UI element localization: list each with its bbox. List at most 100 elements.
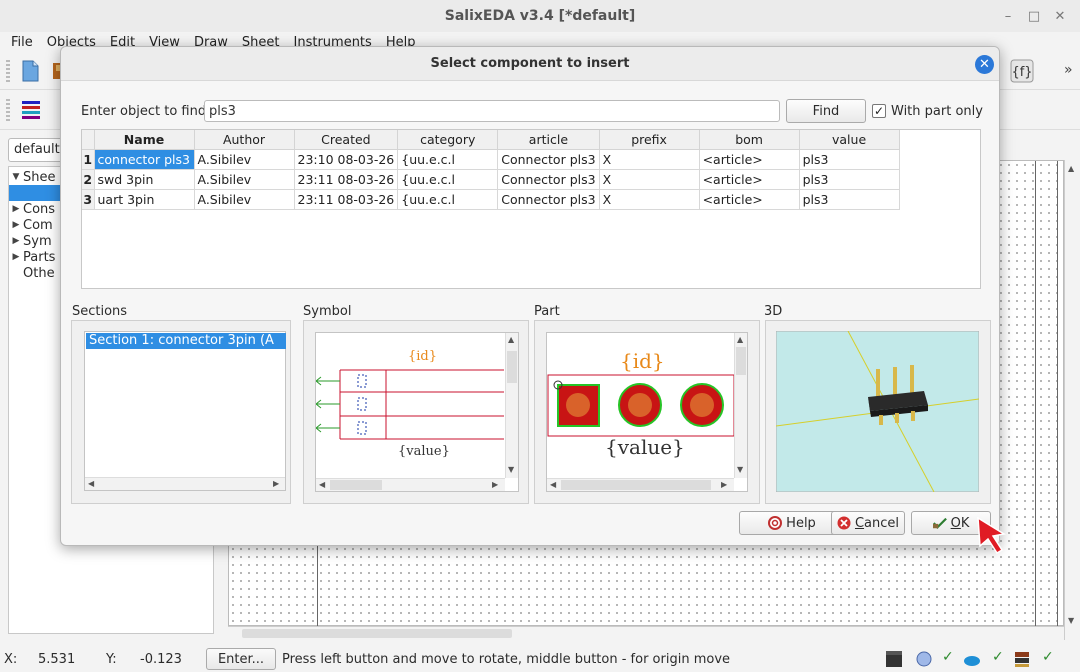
canvas-vertical-scrollbar[interactable]: ▲ ▼ <box>1064 160 1078 640</box>
section-item[interactable]: Section 1: connector 3pin (A <box>86 333 286 349</box>
scroll-up-icon[interactable]: ▲ <box>1068 164 1074 173</box>
row-number[interactable]: 1 <box>82 149 95 170</box>
scroll-right-icon[interactable]: ▶ <box>721 480 727 489</box>
cell-value[interactable]: pls3 <box>799 189 900 210</box>
menu-file[interactable]: File <box>4 35 40 50</box>
cell-author[interactable]: A.Sibilev <box>194 189 295 210</box>
scroll-left-icon[interactable]: ◀ <box>319 480 325 489</box>
components-table[interactable]: Name Author Created category article pre… <box>81 129 981 289</box>
tree-item-other[interactable]: Othe <box>9 265 55 281</box>
cell-name[interactable]: uart 3pin <box>94 189 195 210</box>
tree-item-sym[interactable]: ▶ Sym <box>9 233 52 249</box>
column-header-prefix[interactable]: prefix <box>599 130 700 150</box>
tree-item-sheets[interactable]: ▼ Shee <box>9 169 56 185</box>
column-header-category[interactable]: category <box>397 130 499 150</box>
cell-name[interactable]: connector pls3 <box>94 149 195 170</box>
part-hscrollbar[interactable]: ◀ ▶ <box>547 478 734 491</box>
cell-prefix[interactable]: X <box>599 189 700 210</box>
scroll-down-icon[interactable]: ▼ <box>508 465 514 474</box>
cell-category[interactable]: {uu.e.c.l <box>397 149 499 170</box>
canvas-horizontal-scrollbar[interactable] <box>228 626 1064 640</box>
collapsed-arrow-icon[interactable]: ▶ <box>9 236 23 246</box>
toolbar-overflow-button[interactable]: » <box>1064 62 1073 78</box>
toolbar-grip[interactable] <box>6 60 10 82</box>
column-header-name[interactable]: Name <box>94 130 195 150</box>
sections-hscrollbar[interactable]: ◀ ▶ <box>85 477 285 490</box>
column-header-value[interactable]: value <box>799 130 900 150</box>
sections-list[interactable]: Section 1: connector 3pin (A ◀ ▶ <box>84 331 286 491</box>
table-row[interactable]: 2 swd 3pin A.Sibilev 23:11 08-03-26 {uu.… <box>82 169 900 190</box>
clapper-icon[interactable] <box>884 649 904 669</box>
minimize-button[interactable]: – <box>998 6 1018 26</box>
enter-button[interactable]: Enter... <box>206 648 276 670</box>
cell-bom[interactable]: <article> <box>699 169 800 190</box>
cloud-icon[interactable] <box>962 649 982 669</box>
row-number[interactable]: 2 <box>82 169 95 190</box>
table-row[interactable]: 3 uart 3pin A.Sibilev 23:11 08-03-26 {uu… <box>82 189 900 210</box>
close-window-button[interactable]: ✕ <box>1050 6 1070 26</box>
symbol-vscrollbar[interactable]: ▲ ▼ <box>505 333 518 478</box>
cell-created[interactable]: 23:11 08-03-26 <box>294 189 399 210</box>
function-icon[interactable]: {f} <box>1010 59 1034 83</box>
new-file-icon[interactable] <box>18 59 42 83</box>
scroll-thumb[interactable] <box>242 629 512 638</box>
books-icon[interactable] <box>1012 649 1032 669</box>
column-header-created[interactable]: Created <box>294 130 399 150</box>
maximize-button[interactable]: □ <box>1024 6 1044 26</box>
dialog-close-icon[interactable]: ✕ <box>975 55 994 74</box>
column-header-author[interactable]: Author <box>194 130 295 150</box>
scroll-right-icon[interactable]: ▶ <box>492 480 498 489</box>
cell-name[interactable]: swd 3pin <box>94 169 195 190</box>
symbol-preview[interactable]: {id} {value} ▲ ▼ ◀ ▶ <box>315 332 519 492</box>
scroll-thumb[interactable] <box>507 351 517 383</box>
globe-icon[interactable] <box>914 649 934 669</box>
cell-category[interactable]: {uu.e.c.l <box>397 169 499 190</box>
cell-author[interactable]: A.Sibilev <box>194 169 295 190</box>
scroll-thumb[interactable] <box>330 480 382 490</box>
cancel-button[interactable]: Cancel <box>831 511 905 535</box>
scroll-down-icon[interactable]: ▼ <box>1068 616 1074 625</box>
table-row[interactable]: 1 connector pls3 A.Sibilev 23:10 08-03-2… <box>82 149 900 170</box>
scroll-up-icon[interactable]: ▲ <box>737 335 743 344</box>
cell-value[interactable]: pls3 <box>799 149 900 170</box>
part-preview[interactable]: {id} {value} ▲ ▼ ◀ ▶ <box>546 332 748 492</box>
cell-prefix[interactable]: X <box>599 149 700 170</box>
tree-item-cons[interactable]: ▶ Cons <box>9 201 56 217</box>
scroll-up-icon[interactable]: ▲ <box>508 335 514 344</box>
cell-prefix[interactable]: X <box>599 169 700 190</box>
find-input[interactable] <box>204 100 780 122</box>
scroll-thumb[interactable] <box>736 347 746 375</box>
find-button[interactable]: Find <box>786 99 866 123</box>
part-vscrollbar[interactable]: ▲ ▼ <box>734 333 747 478</box>
collapsed-arrow-icon[interactable]: ▶ <box>9 204 23 214</box>
cell-created[interactable]: 23:10 08-03-26 <box>294 149 399 170</box>
cell-author[interactable]: A.Sibilev <box>194 149 295 170</box>
help-button[interactable]: Help <box>739 511 845 535</box>
toolbar-grip-2[interactable] <box>6 99 10 121</box>
symbol-hscrollbar[interactable]: ◀ ▶ <box>316 478 505 491</box>
collapsed-arrow-icon[interactable]: ▶ <box>9 220 23 230</box>
tree-item-com[interactable]: ▶ Com <box>9 217 53 233</box>
cell-value[interactable]: pls3 <box>799 169 900 190</box>
row-number[interactable]: 3 <box>82 189 95 210</box>
column-header-bom[interactable]: bom <box>699 130 800 150</box>
cell-article[interactable]: Connector pls3 <box>497 149 600 170</box>
layers-icon[interactable] <box>20 98 44 122</box>
view3d-canvas[interactable] <box>776 331 979 492</box>
collapsed-arrow-icon[interactable]: ▶ <box>9 252 23 262</box>
cell-article[interactable]: Connector pls3 <box>497 169 600 190</box>
column-header-article[interactable]: article <box>497 130 600 150</box>
cell-category[interactable]: {uu.e.c.l <box>397 189 499 210</box>
cell-created[interactable]: 23:11 08-03-26 <box>294 169 399 190</box>
cell-article[interactable]: Connector pls3 <box>497 189 600 210</box>
scroll-right-icon[interactable]: ▶ <box>273 479 279 488</box>
scroll-left-icon[interactable]: ◀ <box>550 480 556 489</box>
tree-item-parts[interactable]: ▶ Parts <box>9 249 56 265</box>
expanded-arrow-icon[interactable]: ▼ <box>9 172 23 182</box>
sheet-combo[interactable]: default <box>8 138 64 162</box>
cell-bom[interactable]: <article> <box>699 189 800 210</box>
scroll-left-icon[interactable]: ◀ <box>88 479 94 488</box>
scroll-thumb[interactable] <box>561 480 711 490</box>
scroll-down-icon[interactable]: ▼ <box>737 465 743 474</box>
with-part-only-checkbox[interactable]: ✓ <box>872 104 886 118</box>
